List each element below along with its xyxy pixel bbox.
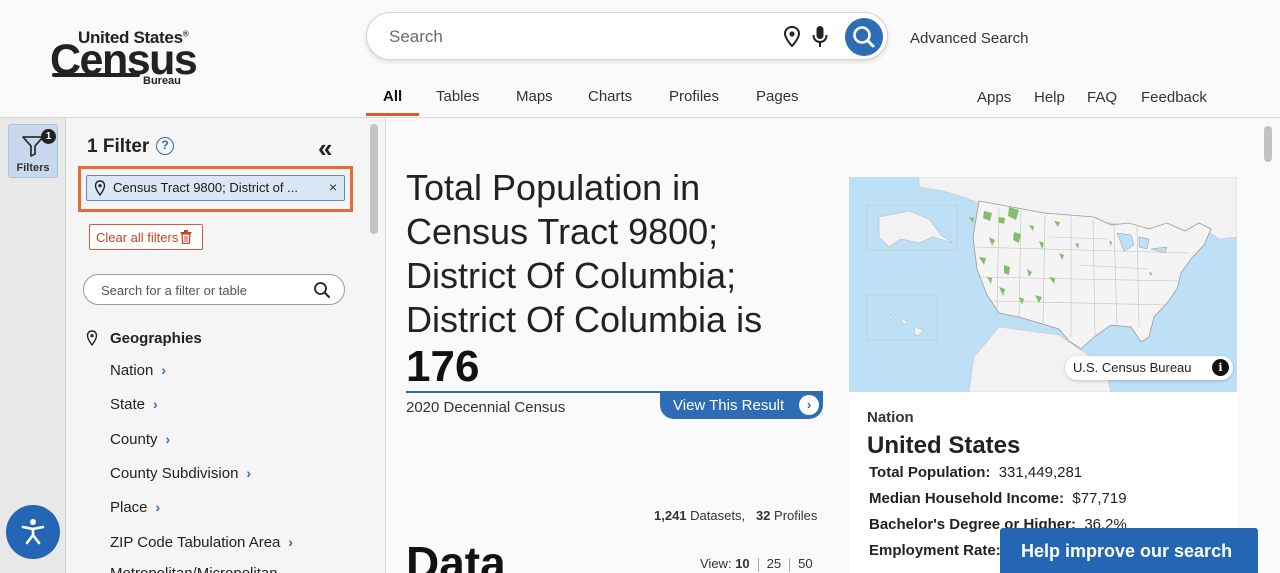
help-improve-search-button[interactable]: Help improve our search (1000, 528, 1258, 573)
result-headline: Total Population in Census Tract 9800; D… (406, 167, 763, 340)
geography-level: Nation (867, 409, 914, 426)
geo-item-county[interactable]: County › (110, 431, 170, 448)
help-link[interactable]: Help (1034, 89, 1065, 106)
filter-search-input[interactable] (101, 281, 301, 299)
logo-line3: Bureau (143, 75, 181, 87)
filter-panel: 1 Filter ? « Census Tract 9800; District… (66, 118, 386, 573)
map-credit-text: U.S. Census Bureau (1073, 360, 1192, 375)
active-filter-label: Census Tract 9800; District of ... (113, 180, 298, 195)
feedback-link[interactable]: Feedback (1141, 89, 1207, 106)
trash-icon (180, 230, 192, 244)
help-improve-label: Help improve our search (1021, 541, 1233, 561)
result-counts: 1,241 Datasets, 32 Profiles (654, 508, 818, 523)
data-section-title: Data (406, 537, 506, 573)
view-this-result-button[interactable]: View This Result › (660, 391, 823, 419)
us-map[interactable]: U.S. Census Bureau i (849, 177, 1237, 392)
help-icon[interactable]: ? (156, 137, 174, 155)
result-source: 2020 Decennial Census (406, 399, 566, 416)
tab-tables[interactable]: Tables (436, 88, 479, 105)
chevron-right-icon: › (155, 499, 161, 515)
geo-item-county-subdivision[interactable]: County Subdivision › (110, 465, 251, 482)
active-filter-chip[interactable]: Census Tract 9800; District of ... × (86, 175, 345, 201)
chevron-right-icon: › (246, 465, 252, 481)
left-rail: 1 Filters (0, 118, 66, 573)
search-icon (853, 26, 875, 48)
page-size-25[interactable]: 25 (767, 556, 781, 571)
geo-item-state[interactable]: State › (110, 396, 158, 413)
stat-median-household-income: Median Household Income: $77,719 (869, 490, 1127, 507)
microphone-icon[interactable] (809, 25, 831, 49)
view-result-label: View This Result (673, 397, 785, 414)
main-search (366, 12, 888, 60)
census-logo[interactable]: United States® Census Bureau (50, 28, 198, 90)
chevron-right-icon: › (161, 362, 167, 378)
search-button[interactable] (845, 18, 883, 56)
tab-maps[interactable]: Maps (516, 88, 553, 105)
remove-filter-icon[interactable]: × (329, 179, 337, 195)
advanced-search-link[interactable]: Advanced Search (910, 30, 1028, 47)
filter-panel-title: 1 Filter (87, 136, 150, 157)
geo-item-metropolitan[interactable]: Metropolitan/Micropolitan (110, 565, 278, 573)
map-attribution: U.S. Census Bureau i (1065, 356, 1233, 380)
chevron-right-icon: › (153, 396, 158, 412)
geo-item-nation[interactable]: Nation › (110, 362, 166, 379)
filters-label: Filters (16, 162, 50, 174)
stat-total-population: Total Population: 331,449,281 (869, 464, 1083, 481)
accessibility-button[interactable] (6, 505, 60, 559)
chevron-right-icon: › (288, 534, 294, 550)
geographies-title: Geographies (110, 330, 202, 347)
location-pin-icon (86, 330, 98, 346)
geography-profile-card: U.S. Census Bureau i Nation United State… (849, 177, 1237, 573)
panel-scrollbar[interactable] (370, 124, 378, 234)
chevron-right-icon: › (799, 395, 819, 415)
filter-count-badge: 1 (41, 129, 56, 144)
site-header: United States® Census Bureau Advanced Se… (0, 0, 1280, 118)
tab-pages[interactable]: Pages (756, 88, 799, 105)
clear-all-filters-button[interactable]: Clear all filters (89, 224, 203, 250)
active-tab-indicator (366, 113, 419, 116)
tab-charts[interactable]: Charts (588, 88, 632, 105)
search-input[interactable] (389, 23, 769, 51)
faq-link[interactable]: FAQ (1087, 89, 1117, 106)
search-icon[interactable] (313, 281, 331, 299)
filters-toggle-button[interactable]: 1 Filters (8, 124, 58, 178)
location-pin-icon[interactable] (781, 25, 803, 49)
results-main: Total Population in Census Tract 9800; D… (386, 118, 1280, 573)
collapse-panel-button[interactable]: « (318, 135, 342, 161)
chevron-right-icon: › (165, 431, 171, 447)
geographies-section-header: Geographies (86, 328, 346, 350)
location-pin-icon (94, 180, 106, 196)
tab-profiles[interactable]: Profiles (669, 88, 719, 105)
logo-swoosh (52, 73, 140, 77)
result-value: 176 (406, 342, 480, 391)
tab-all[interactable]: All (383, 88, 402, 105)
apps-link[interactable]: Apps (977, 89, 1011, 106)
filter-search-box (83, 274, 345, 305)
geography-name[interactable]: United States (867, 432, 1020, 460)
geo-item-place[interactable]: Place › (110, 499, 160, 516)
page-size-50[interactable]: 50 (798, 556, 812, 571)
accessibility-icon (21, 519, 45, 545)
page-size-selector: View: 10 25 50 (700, 556, 813, 572)
page-size-10[interactable]: 10 (735, 556, 749, 571)
main-scrollbar[interactable] (1264, 126, 1272, 162)
stat-employment-rate: Employment Rate: (869, 542, 1001, 559)
info-icon[interactable]: i (1212, 359, 1229, 376)
clear-all-label: Clear all filters (96, 230, 179, 245)
geo-item-zip-code-tabulation-area[interactable]: ZIP Code Tabulation Area › (110, 534, 293, 551)
